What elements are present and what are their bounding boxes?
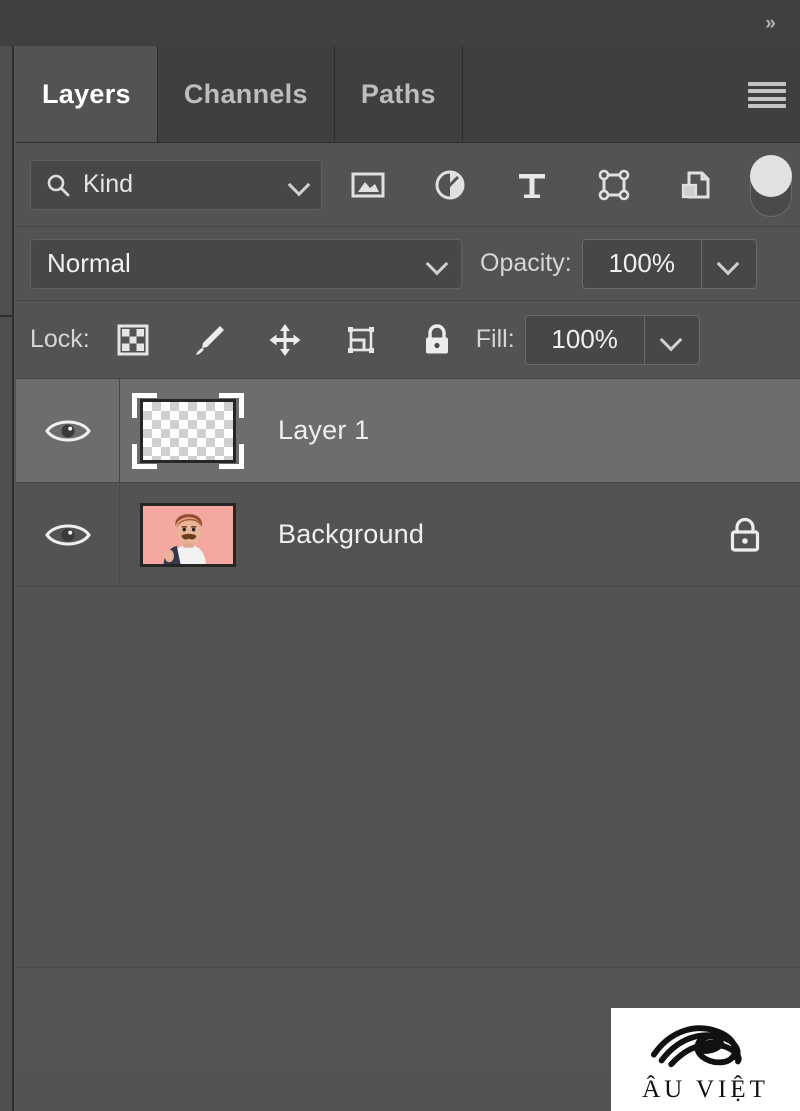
panel-menu-icon[interactable]: [748, 80, 786, 110]
opacity-chevron-down-icon[interactable]: [700, 239, 756, 288]
opacity-field[interactable]: 100%: [581, 238, 757, 289]
watermark-text: ÂU VIỆT: [642, 1075, 769, 1103]
toggle-knob: [750, 155, 792, 197]
filter-kind-chevron-down-icon[interactable]: [289, 174, 311, 196]
thumbnail-corner-bottom-right: [219, 443, 244, 469]
smart-object-filter-icon[interactable]: [676, 165, 716, 205]
lock-transparent-pixels-icon[interactable]: [112, 319, 154, 361]
tab-paths-label: Paths: [360, 78, 436, 109]
stylized-eye-logo: [650, 1024, 741, 1067]
tab-paths[interactable]: Paths: [335, 46, 463, 142]
layer-list-empty-area[interactable]: [16, 587, 800, 968]
lock-image-pixels-brush-icon[interactable]: [188, 319, 230, 361]
padlock-icon: [730, 517, 760, 552]
type-layer-filter-icon[interactable]: [512, 165, 552, 205]
layer-thumbnail-selected-frame: [132, 392, 244, 469]
layer-thumbnail-cell[interactable]: [120, 497, 256, 573]
fill-value[interactable]: 100%: [526, 316, 644, 364]
fill-label: Fill:: [475, 325, 515, 353]
pixel-layer-filter-icon[interactable]: [348, 165, 388, 205]
eye-visibility-icon: [44, 420, 91, 441]
layer-name-label[interactable]: Background: [256, 519, 690, 550]
tab-layers-label: Layers: [42, 78, 131, 109]
layer-locked-indicator[interactable]: [690, 512, 800, 558]
filter-kind-select[interactable]: Kind: [30, 159, 322, 210]
layers-panel: Layers Channels Paths Kind Normal Opacit…: [16, 46, 800, 1111]
tab-channels[interactable]: Channels: [158, 46, 335, 142]
layer-name-label[interactable]: Layer 1: [256, 415, 690, 446]
tab-layers[interactable]: Layers: [16, 46, 158, 142]
adjustment-layer-filter-icon[interactable]: [430, 165, 470, 205]
dock-gutter-segment: [0, 46, 12, 317]
layer-thumbnail-frame: [132, 497, 244, 573]
dock-left-gutter: [0, 46, 14, 1111]
blend-mode-select[interactable]: Normal: [30, 238, 462, 289]
lock-label: Lock:: [30, 325, 90, 353]
table-row[interactable]: Layer 1: [16, 379, 800, 483]
eye-visibility-icon: [44, 524, 91, 545]
fill-field[interactable]: 100%: [524, 314, 700, 365]
blend-mode-row: Normal Opacity: 100%: [16, 227, 800, 301]
opacity-label: Opacity:: [480, 249, 572, 277]
watermark-logo: ÂU VIỆT: [611, 1008, 800, 1111]
blend-mode-value: Normal: [47, 248, 131, 278]
filter-type-buttons: [348, 165, 786, 205]
layer-list: Layer 1 Background: [16, 379, 800, 968]
opacity-value[interactable]: 100%: [583, 240, 701, 288]
thumbnail-corner-top-right: [219, 392, 244, 418]
table-row[interactable]: Background: [16, 483, 800, 587]
layer-visibility-toggle[interactable]: [16, 379, 120, 482]
lock-buttons: [112, 319, 458, 361]
layer-filter-row: Kind: [16, 143, 800, 227]
layer-thumbnail-cell[interactable]: [120, 392, 256, 469]
photo-man-with-mustache: [143, 505, 233, 564]
panel-top-strip: »: [0, 0, 800, 46]
thumbnail-corner-top-left: [132, 392, 157, 418]
photoshop-layers-panel: » Layers Channels Paths Kind Normal Opac…: [0, 0, 800, 1111]
lock-row: Lock: Fill: 100%: [16, 301, 800, 379]
layer-thumbnail: [140, 502, 236, 567]
layer-visibility-toggle[interactable]: [16, 483, 120, 586]
filter-kind-label: Kind: [83, 170, 134, 198]
panel-tab-bar: Layers Channels Paths: [16, 46, 800, 143]
lock-artboard-nesting-icon[interactable]: [340, 319, 382, 361]
thumbnail-corner-bottom-left: [132, 443, 157, 469]
shape-layer-filter-icon[interactable]: [594, 165, 634, 205]
magnifier-icon: [47, 174, 70, 196]
filter-enable-toggle[interactable]: [750, 155, 792, 217]
blend-mode-chevron-down-icon[interactable]: [427, 253, 449, 275]
tab-channels-label: Channels: [183, 78, 308, 109]
lock-all-padlock-icon[interactable]: [416, 319, 458, 361]
lock-position-move-icon[interactable]: [264, 319, 306, 361]
collapse-panels-icon[interactable]: »: [752, 8, 788, 38]
fill-chevron-down-icon[interactable]: [643, 315, 699, 364]
